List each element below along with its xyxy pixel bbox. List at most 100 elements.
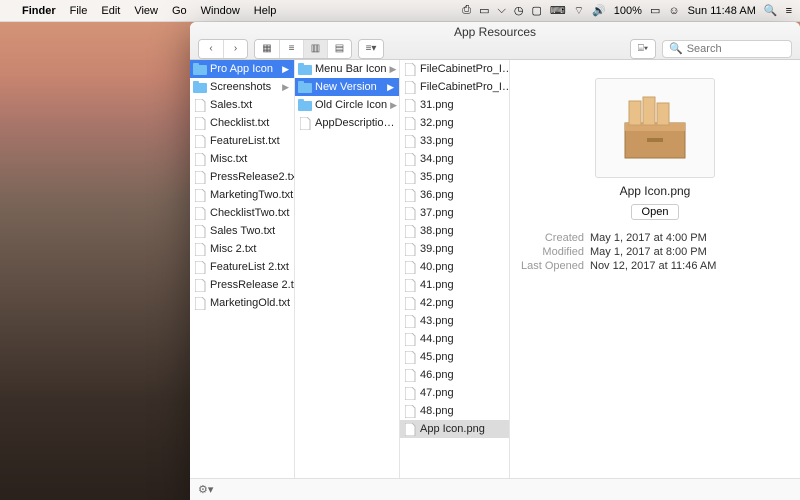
- file-icon: [193, 188, 207, 202]
- list-item[interactable]: Sales.txt: [190, 96, 294, 114]
- list-item[interactable]: MarketingTwo.txt: [190, 186, 294, 204]
- menu-view[interactable]: View: [134, 5, 158, 17]
- back-button[interactable]: ‹: [199, 40, 223, 58]
- list-item[interactable]: 33.png: [400, 132, 509, 150]
- printer-icon[interactable]: ⎙: [462, 4, 471, 17]
- list-item[interactable]: PressRelease 2.txt: [190, 276, 294, 294]
- file-icon: [403, 134, 417, 148]
- item-label: 37.png: [420, 207, 454, 219]
- file-icon: [403, 332, 417, 346]
- list-item[interactable]: Old Circle Icon▶: [295, 96, 399, 114]
- meta-value: May 1, 2017 at 8:00 PM: [590, 246, 790, 258]
- list-item[interactable]: 47.png: [400, 384, 509, 402]
- volume-icon[interactable]: 🔊: [592, 4, 606, 17]
- group-button[interactable]: ⌸▾: [631, 40, 655, 58]
- list-view-button[interactable]: ≡: [279, 40, 303, 58]
- list-item[interactable]: 32.png: [400, 114, 509, 132]
- list-item[interactable]: 37.png: [400, 204, 509, 222]
- list-item[interactable]: 45.png: [400, 348, 509, 366]
- list-item[interactable]: Pro App Icon▶: [190, 60, 294, 78]
- battery-icon[interactable]: ▭: [650, 4, 660, 17]
- action-menu-icon[interactable]: ⚙▾: [198, 483, 213, 496]
- item-label: Sales.txt: [210, 99, 252, 111]
- column-3[interactable]: FileCabinetPro_I…FileCabinetPro_I…31.png…: [400, 60, 510, 478]
- list-item[interactable]: 46.png: [400, 366, 509, 384]
- file-icon: [403, 170, 417, 184]
- spotlight-icon[interactable]: 🔍: [764, 4, 778, 17]
- bluetooth-icon[interactable]: ⌵: [498, 4, 506, 17]
- open-button[interactable]: Open: [631, 204, 680, 220]
- item-label: 36.png: [420, 189, 454, 201]
- search-field[interactable]: 🔍: [662, 40, 792, 58]
- clock[interactable]: Sun 11:48 AM: [688, 5, 756, 17]
- list-item[interactable]: 31.png: [400, 96, 509, 114]
- list-item[interactable]: New Version▶: [295, 78, 399, 96]
- file-icon: [403, 350, 417, 364]
- forward-button[interactable]: ›: [223, 40, 247, 58]
- list-item[interactable]: 41.png: [400, 276, 509, 294]
- meta-value: Nov 12, 2017 at 11:46 AM: [590, 260, 790, 272]
- item-label: PressRelease2.txt: [210, 171, 295, 183]
- fast-user-icon[interactable]: ☺: [668, 5, 679, 17]
- list-item[interactable]: 42.png: [400, 294, 509, 312]
- airplay-icon[interactable]: ▢: [531, 4, 541, 17]
- list-item[interactable]: App Icon.png: [400, 420, 509, 438]
- gallery-view-button[interactable]: ▤: [327, 40, 351, 58]
- time-machine-icon[interactable]: ◷: [514, 4, 524, 17]
- list-item[interactable]: 40.png: [400, 258, 509, 276]
- menu-file[interactable]: File: [70, 5, 88, 17]
- list-item[interactable]: FileCabinetPro_I…: [400, 60, 509, 78]
- battery-percent[interactable]: 100%: [614, 5, 642, 17]
- list-item[interactable]: 44.png: [400, 330, 509, 348]
- column-1[interactable]: Pro App Icon▶Screenshots▶ Sales.txt Checkl…: [190, 60, 295, 478]
- icon-view-button[interactable]: ▦: [255, 40, 279, 58]
- list-item[interactable]: Sales Two.txt: [190, 222, 294, 240]
- group-button-group: ⌸▾: [630, 39, 656, 59]
- wifi-icon[interactable]: ⌔: [574, 4, 584, 18]
- file-icon: [193, 170, 207, 184]
- list-item[interactable]: 38.png: [400, 222, 509, 240]
- keyboard-icon[interactable]: ⌨: [550, 4, 566, 17]
- menu-edit[interactable]: Edit: [101, 5, 120, 17]
- list-item[interactable]: Screenshots▶: [190, 78, 294, 96]
- item-label: 32.png: [420, 117, 454, 129]
- column-view-button[interactable]: ▥: [303, 40, 327, 58]
- list-item[interactable]: 36.png: [400, 186, 509, 204]
- app-name[interactable]: Finder: [22, 5, 56, 17]
- file-icon: [298, 116, 312, 130]
- menu-go[interactable]: Go: [172, 5, 187, 17]
- search-icon: 🔍: [669, 42, 683, 55]
- item-label: Old Circle Icon: [315, 99, 387, 111]
- list-item[interactable]: Menu Bar Icon▶: [295, 60, 399, 78]
- notification-center-icon[interactable]: ≡: [786, 5, 792, 17]
- list-item[interactable]: AppDescriptio…: [295, 114, 399, 132]
- item-label: 38.png: [420, 225, 454, 237]
- list-item[interactable]: 34.png: [400, 150, 509, 168]
- menu-help[interactable]: Help: [254, 5, 277, 17]
- system-menubar: Finder File Edit View Go Window Help ⎙ ▭…: [0, 0, 800, 22]
- list-item[interactable]: FeatureList 2.txt: [190, 258, 294, 276]
- arrange-button[interactable]: ≡▾: [359, 40, 383, 58]
- list-item[interactable]: Misc 2.txt: [190, 240, 294, 258]
- list-item[interactable]: MarketingOld.txt: [190, 294, 294, 312]
- list-item[interactable]: PressRelease2.txt: [190, 168, 294, 186]
- window-title: App Resources: [190, 22, 800, 38]
- menu-window[interactable]: Window: [201, 5, 240, 17]
- display-icon[interactable]: ▭: [479, 4, 489, 17]
- list-item[interactable]: 35.png: [400, 168, 509, 186]
- list-item[interactable]: Checklist.txt: [190, 114, 294, 132]
- list-item[interactable]: FeatureList.txt: [190, 132, 294, 150]
- preview-thumbnail: [595, 78, 715, 178]
- search-input[interactable]: [687, 43, 785, 55]
- list-item[interactable]: ChecklistTwo.txt: [190, 204, 294, 222]
- item-label: App Icon.png: [420, 423, 485, 435]
- list-item[interactable]: Misc.txt: [190, 150, 294, 168]
- list-item[interactable]: 48.png: [400, 402, 509, 420]
- list-item[interactable]: 43.png: [400, 312, 509, 330]
- list-item[interactable]: FileCabinetPro_I…: [400, 78, 509, 96]
- item-label: 40.png: [420, 261, 454, 273]
- list-item[interactable]: 39.png: [400, 240, 509, 258]
- column-2[interactable]: Menu Bar Icon▶New Version▶Old Circle Ico…: [295, 60, 400, 478]
- item-label: 39.png: [420, 243, 454, 255]
- view-buttons: ▦ ≡ ▥ ▤: [254, 39, 352, 59]
